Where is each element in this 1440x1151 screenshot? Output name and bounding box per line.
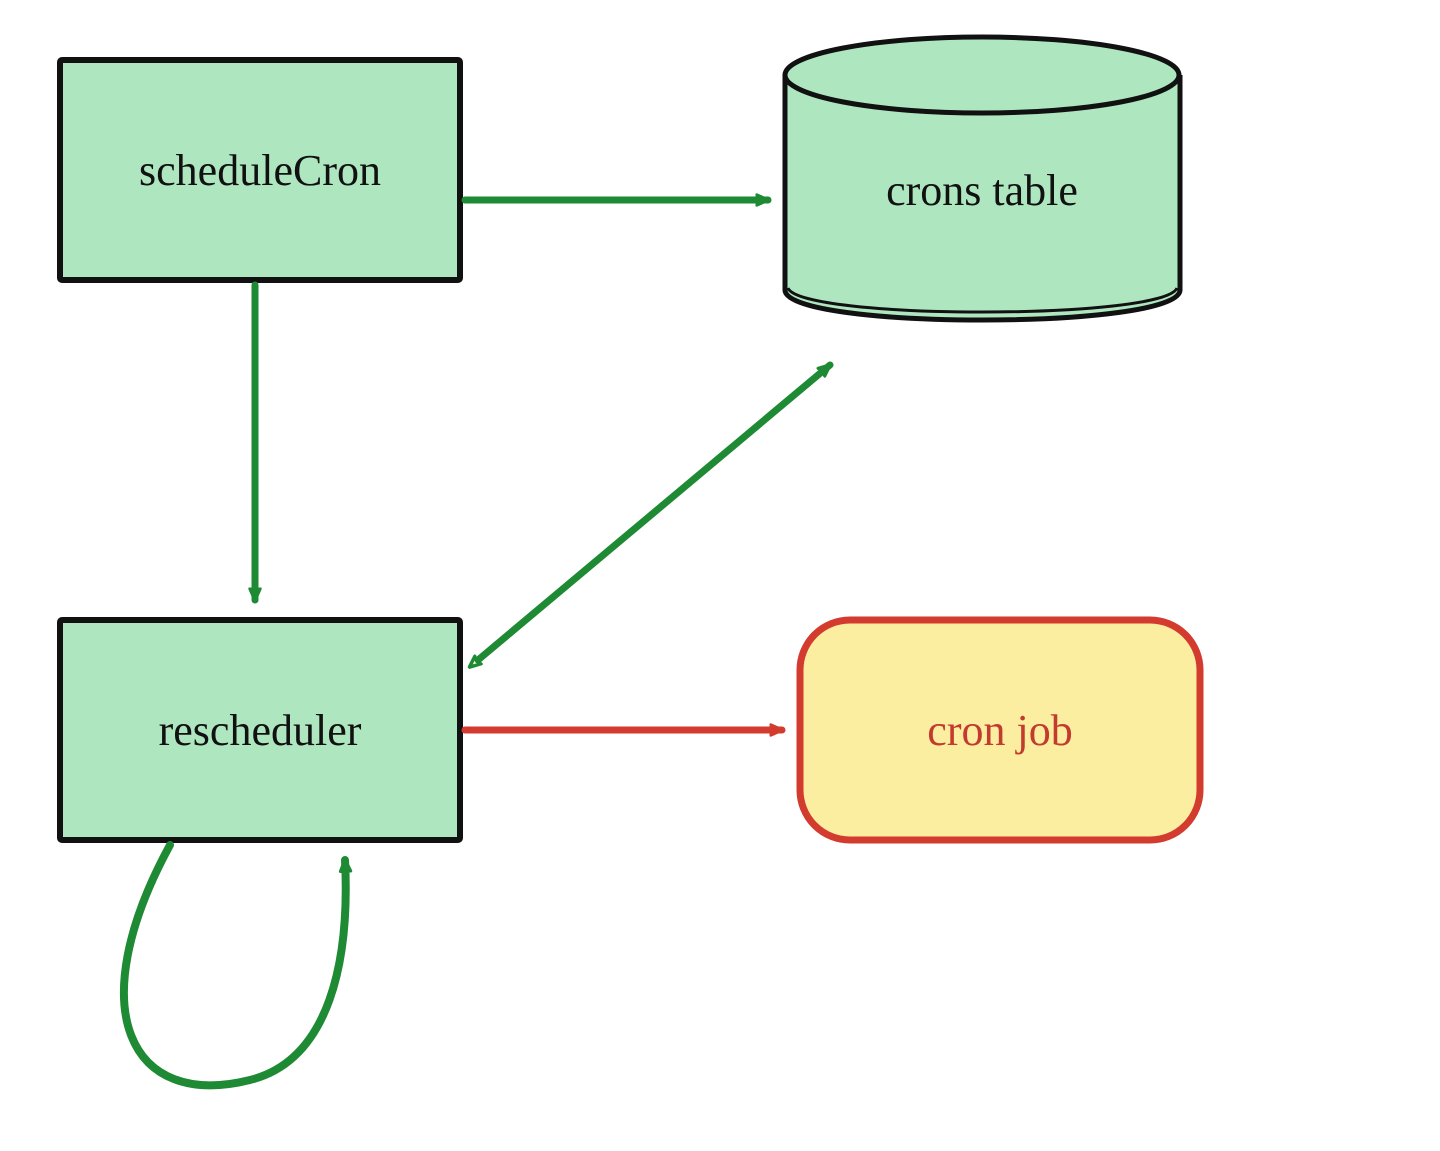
node-crons-table-label: crons table: [886, 166, 1078, 215]
node-schedule-cron: scheduleCron: [60, 60, 460, 280]
node-crons-table: crons table: [785, 37, 1180, 320]
node-cron-job-label: cron job: [927, 706, 1072, 755]
edge-rescheduler-self-loop: [124, 845, 346, 1085]
node-rescheduler-label: rescheduler: [159, 706, 362, 755]
node-rescheduler: rescheduler: [60, 620, 460, 840]
node-cron-job: cron job: [800, 620, 1200, 840]
edge-rescheduler-to-cronstable: [478, 365, 830, 660]
diagram-canvas: scheduleCron crons table rescheduler cro…: [0, 0, 1440, 1151]
node-schedule-cron-label: scheduleCron: [139, 146, 381, 195]
